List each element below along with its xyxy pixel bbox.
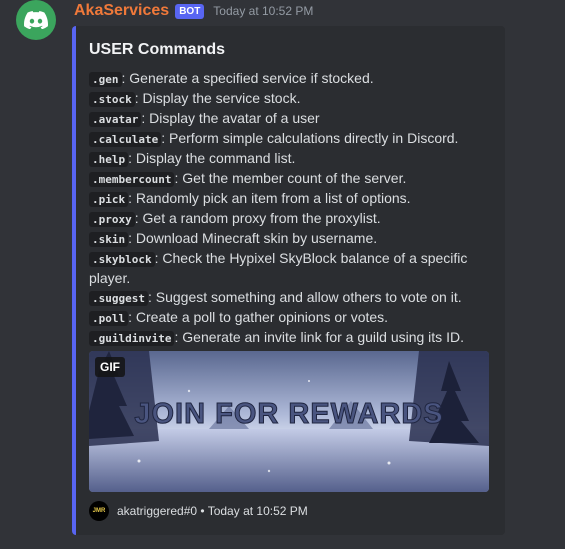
command-code: .pick	[89, 192, 129, 207]
command-description: : Suggest something and allow others to …	[147, 289, 462, 305]
command-description: : Create a poll to gather opinions or vo…	[128, 309, 389, 325]
command-list: .gen: Generate a specified service if st…	[89, 69, 489, 348]
command-description: : Display the avatar of a user	[141, 110, 320, 126]
command-item: .calculate: Perform simple calculations …	[89, 129, 489, 149]
command-item: .stock: Display the service stock.	[89, 89, 489, 109]
command-description: : Get the member count of the server.	[174, 170, 407, 186]
command-code: .guildinvite	[89, 331, 175, 346]
author-avatar[interactable]	[16, 0, 56, 40]
command-item: .poll: Create a poll to gather opinions …	[89, 308, 489, 328]
embed-title: USER Commands	[89, 41, 226, 58]
footer-avatar-icon: JMR	[89, 501, 109, 521]
command-description: : Generate a specified service if stocke…	[121, 70, 374, 86]
command-code: .skyblock	[89, 252, 155, 267]
command-description: : Perform simple calculations directly i…	[161, 130, 459, 146]
command-item: .skyblock: Check the Hypixel SkyBlock ba…	[89, 249, 489, 288]
footer-text: akatriggered#0 • Today at 10:52 PM	[117, 504, 308, 518]
winter-lake-scene: JOIN FOR REWARDS	[89, 351, 489, 492]
command-item: .pick: Randomly pick an item from a list…	[89, 189, 489, 209]
command-description: : Display the command list.	[128, 150, 296, 166]
command-item: .membercount: Get the member count of th…	[89, 169, 489, 189]
bot-badge: BOT	[175, 3, 205, 19]
gif-banner-text: JOIN FOR REWARDS	[134, 398, 443, 430]
command-code: .skin	[89, 232, 129, 247]
command-item: .suggest: Suggest something and allow ot…	[89, 288, 489, 308]
message-header: AkaServices BOT Today at 10:52 PM	[74, 0, 313, 22]
command-description: : Generate an invite link for a guild us…	[174, 329, 464, 345]
command-item: .guildinvite: Generate an invite link fo…	[89, 328, 489, 348]
author-name[interactable]: AkaServices	[74, 2, 169, 20]
command-item: .avatar: Display the avatar of a user	[89, 109, 489, 129]
command-code: .poll	[89, 311, 129, 326]
embed-gif-image[interactable]: JOIN FOR REWARDS GIF	[89, 351, 489, 492]
embed-footer: JMR akatriggered#0 • Today at 10:52 PM	[89, 501, 308, 521]
command-code: .avatar	[89, 112, 142, 127]
command-description: : Download Minecraft skin by username.	[128, 230, 378, 246]
command-item: .proxy: Get a random proxy from the prox…	[89, 209, 489, 229]
command-item: .gen: Generate a specified service if st…	[89, 69, 489, 89]
command-code: .calculate	[89, 132, 162, 147]
command-description: : Display the service stock.	[134, 90, 301, 106]
command-code: .membercount	[89, 172, 175, 187]
command-code: .proxy	[89, 212, 135, 227]
command-item: .skin: Download Minecraft skin by userna…	[89, 229, 489, 249]
command-description: : Get a random proxy from the proxylist.	[134, 210, 381, 226]
message-timestamp[interactable]: Today at 10:52 PM	[213, 4, 313, 18]
gif-badge: GIF	[95, 357, 125, 377]
command-code: .suggest	[89, 291, 148, 306]
command-code: .gen	[89, 72, 122, 87]
discord-logo-icon	[24, 11, 48, 29]
command-code: .stock	[89, 92, 135, 107]
command-description: : Randomly pick an item from a list of o…	[128, 190, 411, 206]
embed-card: USER Commands .gen: Generate a specified…	[72, 26, 505, 535]
command-item: .help: Display the command list.	[89, 149, 489, 169]
command-code: .help	[89, 152, 129, 167]
